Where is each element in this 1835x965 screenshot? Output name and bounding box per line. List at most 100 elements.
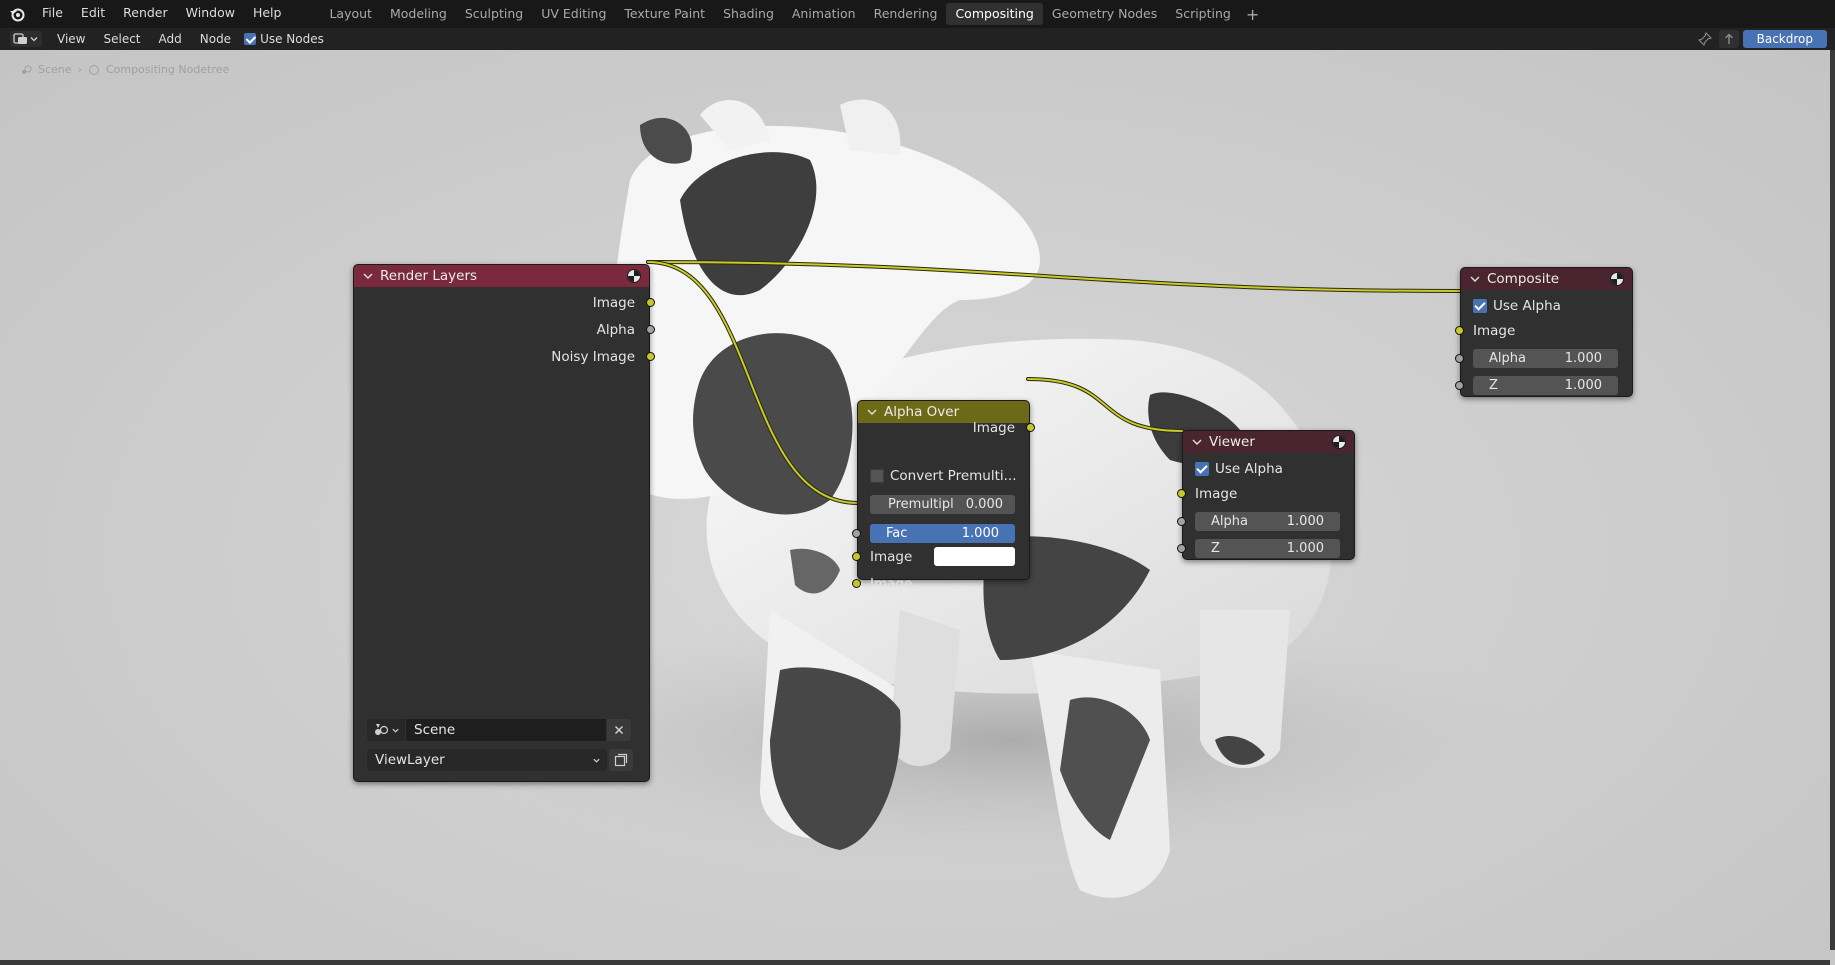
- use-alpha-toggle[interactable]: Use Alpha: [1473, 298, 1561, 314]
- alpha-field[interactable]: Alpha 1.000: [1195, 512, 1340, 531]
- convert-premultiplied-toggle[interactable]: Convert Premulti...: [870, 468, 1017, 484]
- use-alpha-checkbox[interactable]: [1195, 462, 1209, 476]
- chevron-down-icon: [30, 37, 38, 42]
- use-nodes-checkbox[interactable]: [244, 33, 257, 45]
- scene-browse-button[interactable]: [367, 719, 405, 741]
- menu-window[interactable]: Window: [177, 0, 244, 28]
- composite-node[interactable]: Composite Use Alpha Image Alpha 1.000 Z …: [1455, 267, 1633, 397]
- backdrop-button[interactable]: Backdrop: [1742, 30, 1827, 48]
- tab-uv-editing[interactable]: UV Editing: [532, 3, 615, 25]
- input-socket-image[interactable]: [1455, 326, 1464, 335]
- z-field[interactable]: Z 1.000: [1195, 539, 1340, 558]
- output-socket-alpha[interactable]: [646, 325, 655, 334]
- output-row-image: Image: [858, 417, 1035, 439]
- render-layer-button[interactable]: [609, 749, 633, 771]
- menu-view[interactable]: View: [48, 32, 94, 46]
- close-icon: [615, 726, 623, 734]
- alpha-label: Alpha: [1211, 514, 1248, 529]
- vertical-scrollbar[interactable]: [1830, 50, 1835, 950]
- menu-edit[interactable]: Edit: [72, 0, 114, 28]
- scene-name-field[interactable]: Scene: [406, 719, 606, 741]
- viewer-node[interactable]: Viewer Use Alpha Image Alpha 1.000 Z 1.0…: [1177, 430, 1355, 560]
- node-editor-icon: [13, 33, 27, 44]
- output-label-noisy-image: Noisy Image: [551, 349, 635, 365]
- tab-texture-paint[interactable]: Texture Paint: [615, 3, 714, 25]
- tab-scripting[interactable]: Scripting: [1166, 3, 1240, 25]
- tab-shading[interactable]: Shading: [714, 3, 783, 25]
- collapse-chevron-icon[interactable]: [1191, 436, 1203, 448]
- node-editor-header: View Select Add Node Use Nodes Backdrop: [0, 28, 1835, 50]
- input-label-image-2: Image: [870, 576, 913, 592]
- premultiplied-value: 0.000: [965, 497, 1003, 512]
- input-socket-fac[interactable]: [852, 529, 861, 538]
- tab-layout[interactable]: Layout: [320, 3, 381, 25]
- menu-file[interactable]: File: [33, 0, 72, 28]
- node-title: Render Layers: [380, 268, 478, 284]
- menu-select[interactable]: Select: [94, 32, 149, 46]
- tab-sculpting[interactable]: Sculpting: [456, 3, 532, 25]
- viewer-node-header[interactable]: Viewer: [1183, 431, 1354, 453]
- input-socket-z[interactable]: [1177, 544, 1186, 553]
- alpha-label: Alpha: [1489, 351, 1526, 366]
- alpha-over-node[interactable]: Alpha Over Image Convert Premulti... Pre…: [852, 400, 1035, 592]
- input-socket-alpha[interactable]: [1455, 354, 1464, 363]
- view-layer-dropdown[interactable]: ViewLayer: [367, 749, 607, 771]
- node-editor-canvas[interactable]: Scene › Compositing Nodetree Render Laye…: [0, 50, 1835, 965]
- tab-animation[interactable]: Animation: [783, 3, 865, 25]
- collapse-chevron-icon[interactable]: [362, 270, 374, 282]
- tab-modeling[interactable]: Modeling: [381, 3, 456, 25]
- premultiplied-field[interactable]: Premultipl 0.000: [870, 495, 1015, 514]
- pin-icon[interactable]: [1695, 30, 1715, 48]
- z-value: 1.000: [1286, 541, 1324, 556]
- input-socket-image[interactable]: [1177, 489, 1186, 498]
- output-socket-image[interactable]: [646, 298, 655, 307]
- parent-node-tree-icon[interactable]: [1718, 30, 1739, 48]
- unlink-scene-button[interactable]: [607, 719, 631, 741]
- render-layer-icon: [614, 753, 628, 767]
- use-alpha-toggle[interactable]: Use Alpha: [1195, 461, 1283, 477]
- scene-selector[interactable]: Scene: [367, 719, 633, 741]
- menu-render[interactable]: Render: [114, 0, 177, 28]
- input-row-image: Image: [1455, 320, 1632, 342]
- input-socket-image-1[interactable]: [852, 552, 861, 561]
- add-workspace-button[interactable]: +: [1240, 5, 1265, 24]
- use-alpha-checkbox[interactable]: [1473, 299, 1487, 313]
- render-preview-icon[interactable]: [626, 268, 642, 284]
- collapse-chevron-icon[interactable]: [1469, 273, 1481, 285]
- menu-add[interactable]: Add: [150, 32, 191, 46]
- use-nodes-toggle[interactable]: Use Nodes: [244, 32, 324, 46]
- header-right-tools: Backdrop: [1695, 28, 1835, 50]
- render-preview-icon[interactable]: [1609, 271, 1625, 287]
- horizontal-scrollbar[interactable]: [0, 960, 1830, 965]
- alpha-value: 1.000: [1286, 514, 1324, 529]
- composite-node-header[interactable]: Composite: [1461, 268, 1632, 290]
- tab-compositing[interactable]: Compositing: [946, 3, 1043, 25]
- fac-slider[interactable]: Fac 1.000: [870, 524, 1015, 543]
- view-layer-selector[interactable]: ViewLayer: [367, 749, 633, 771]
- z-value: 1.000: [1564, 378, 1602, 393]
- output-row-image: Image: [354, 292, 655, 314]
- render-layers-node[interactable]: Render Layers Image Alpha Noisy Image Sc…: [353, 264, 655, 782]
- editor-type-selector[interactable]: [10, 31, 42, 47]
- breadcrumb-node-tree: Compositing Nodetree: [105, 63, 230, 76]
- use-nodes-label: Use Nodes: [260, 32, 324, 46]
- image-color-swatch[interactable]: [934, 547, 1015, 566]
- tab-geometry-nodes[interactable]: Geometry Nodes: [1043, 3, 1166, 25]
- z-field[interactable]: Z 1.000: [1473, 376, 1618, 395]
- input-socket-image-2[interactable]: [852, 579, 861, 588]
- output-socket-noisy-image[interactable]: [646, 352, 655, 361]
- render-preview-icon[interactable]: [1331, 434, 1347, 450]
- blender-logo-icon[interactable]: [9, 6, 25, 22]
- chevron-down-icon: [593, 758, 600, 763]
- tab-rendering[interactable]: Rendering: [865, 3, 947, 25]
- input-row-image-1: Image: [852, 546, 1029, 568]
- convert-premultiplied-label: Convert Premulti...: [890, 468, 1017, 484]
- input-socket-alpha[interactable]: [1177, 517, 1186, 526]
- alpha-field[interactable]: Alpha 1.000: [1473, 349, 1618, 368]
- menu-node[interactable]: Node: [191, 32, 240, 46]
- menu-help[interactable]: Help: [244, 0, 291, 28]
- convert-premultiplied-checkbox[interactable]: [870, 469, 884, 483]
- render-layers-node-header[interactable]: Render Layers: [354, 265, 649, 287]
- output-socket-image[interactable]: [1026, 423, 1035, 432]
- input-socket-z[interactable]: [1455, 381, 1464, 390]
